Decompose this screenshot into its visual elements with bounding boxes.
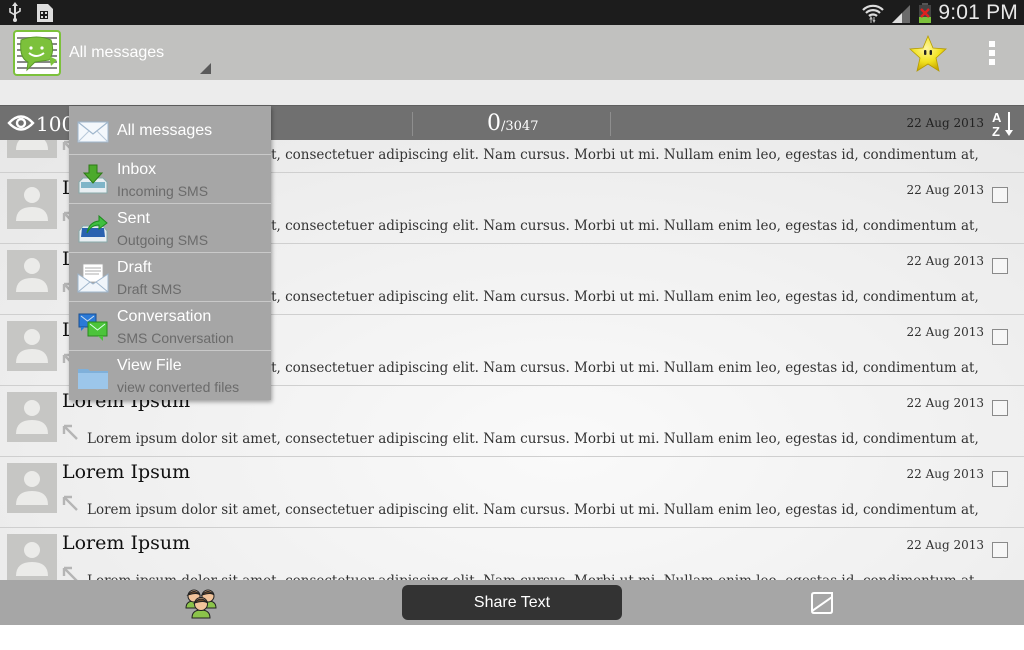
dropdown-item-title: All messages: [117, 122, 213, 139]
contact-avatar: [7, 534, 57, 580]
dropdown-item-view-file[interactable]: View File view converted files: [69, 351, 271, 400]
battery-icon: [919, 2, 932, 23]
message-date: 22 Aug 2013: [906, 396, 984, 410]
dropdown-item-inbox[interactable]: Inbox Incoming SMS: [69, 155, 271, 204]
dropdown-item-subtitle: Outgoing SMS: [117, 232, 209, 248]
draft-icon: [77, 263, 109, 293]
dropdown-item-title: Sent: [117, 210, 150, 227]
dropdown-item-subtitle: Incoming SMS: [117, 183, 209, 199]
spinner-label: All messages: [69, 44, 165, 61]
contacts-button[interactable]: [183, 586, 219, 620]
message-checkbox[interactable]: [992, 187, 1008, 203]
message-date: 22 Aug 2013: [906, 183, 984, 197]
contact-avatar: [7, 392, 57, 442]
dropdown-item-subtitle: SMS Conversation: [117, 330, 234, 346]
sms-app-icon: [17, 36, 57, 72]
message-date: 22 Aug 2013: [906, 467, 984, 481]
message-filter-spinner[interactable]: All messages: [62, 25, 214, 80]
person-icon: [16, 400, 48, 434]
overflow-dot: [989, 59, 995, 65]
sort-button[interactable]: A Z: [990, 109, 1016, 139]
selected-count: 0: [487, 111, 501, 136]
dropdown-item-draft[interactable]: Draft Draft SMS: [69, 253, 271, 302]
message-checkbox[interactable]: [992, 400, 1008, 416]
contact-avatar: [7, 463, 57, 513]
message-checkbox[interactable]: [992, 471, 1008, 487]
person-icon: [16, 258, 48, 292]
header-divider: [412, 112, 413, 136]
signal-icon: [892, 4, 911, 23]
message-date: 22 Aug 2013: [906, 538, 984, 552]
message-checkbox[interactable]: [992, 329, 1008, 345]
dropdown-item-all-messages[interactable]: All messages: [69, 106, 271, 155]
contact-avatar: [7, 321, 57, 371]
total-count: /3047: [501, 119, 539, 134]
sim-card-icon: [37, 4, 53, 22]
sort-az-icon: A Z: [992, 110, 1013, 139]
message-sender: Lorem Ipsum: [62, 532, 191, 554]
svg-text:Z: Z: [992, 124, 1000, 139]
conversation-icon: [78, 313, 108, 341]
spinner-dropdown-indicator: [200, 63, 211, 74]
message-row[interactable]: Lorem Ipsum Lorem ipsum dolor sit amet, c…: [0, 528, 1024, 580]
message-body: Lorem ipsum dolor sit amet, consectetuer…: [87, 573, 979, 580]
dropdown-item-subtitle: Draft SMS: [117, 281, 182, 297]
action-bar: All messages: [0, 25, 1024, 80]
sent-icon: [78, 214, 108, 243]
message-sender: Lorem Ipsum: [62, 461, 191, 483]
message-row[interactable]: Lorem Ipsum Lorem ipsum dolor sit amet, c…: [0, 457, 1024, 528]
dropdown-item-subtitle: view converted files: [117, 379, 240, 395]
select-all-checkbox-icon: [810, 592, 833, 614]
eye-icon: [7, 115, 35, 131]
incoming-arrow-icon: [62, 424, 78, 440]
star-icon: [909, 34, 947, 72]
clock: 9:01 PM: [938, 0, 1018, 24]
person-icon: [16, 329, 48, 363]
dropdown-item-sent[interactable]: Sent Outgoing SMS: [69, 204, 271, 253]
status-bar: 9:01 PM: [0, 0, 1024, 25]
filter-dropdown-menu: All messages Inbox Incoming SMS Sent Out…: [69, 106, 271, 400]
bottom-action-bar: Share Text: [0, 580, 1024, 625]
message-checkbox[interactable]: [992, 542, 1008, 558]
usb-icon: [9, 2, 21, 22]
dropdown-item-title: Conversation: [117, 308, 212, 325]
overflow-dot: [989, 50, 995, 56]
message-body: Lorem ipsum dolor sit amet, consectetuer…: [87, 502, 979, 518]
overflow-menu-icon: [989, 41, 995, 47]
contact-avatar: [7, 250, 57, 300]
incoming-arrow-icon: [62, 566, 78, 580]
person-icon: [16, 471, 48, 505]
incoming-arrow-icon: [62, 495, 78, 511]
person-icon: [16, 140, 48, 150]
favorite-button[interactable]: [908, 33, 948, 73]
app-screen: Lorem Ipsum Lorem ipsum dolor sit amet, c…: [0, 25, 1024, 625]
message-body: Lorem ipsum dolor sit amet, consectetuer…: [87, 431, 979, 447]
share-text-button[interactable]: Share Text: [402, 585, 622, 620]
envelope-icon: [77, 121, 109, 143]
person-icon: [16, 542, 48, 576]
message-date: 22 Aug 2013: [906, 325, 984, 339]
contacts-group-icon: [185, 589, 217, 619]
select-all-button[interactable]: [810, 591, 834, 615]
contact-avatar: [7, 140, 57, 158]
contact-avatar: [7, 179, 57, 229]
dropdown-item-title: Inbox: [117, 161, 157, 178]
header-divider: [610, 112, 611, 136]
overflow-menu-button[interactable]: [981, 39, 1003, 69]
dropdown-item-title: View File: [117, 357, 182, 374]
message-checkbox[interactable]: [992, 258, 1008, 274]
selection-counter: 0/3047: [487, 111, 538, 136]
wifi-icon: [862, 4, 885, 23]
person-icon: [16, 187, 48, 221]
header-date: 22 Aug 2013: [906, 116, 984, 130]
dropdown-item-title: Draft: [117, 259, 152, 276]
app-logo[interactable]: [13, 30, 61, 76]
dropdown-item-conversation[interactable]: Conversation SMS Conversation: [69, 302, 271, 351]
folder-icon: [78, 369, 108, 389]
svg-text:A: A: [992, 110, 1002, 125]
inbox-icon: [78, 164, 108, 194]
message-date: 22 Aug 2013: [906, 254, 984, 268]
